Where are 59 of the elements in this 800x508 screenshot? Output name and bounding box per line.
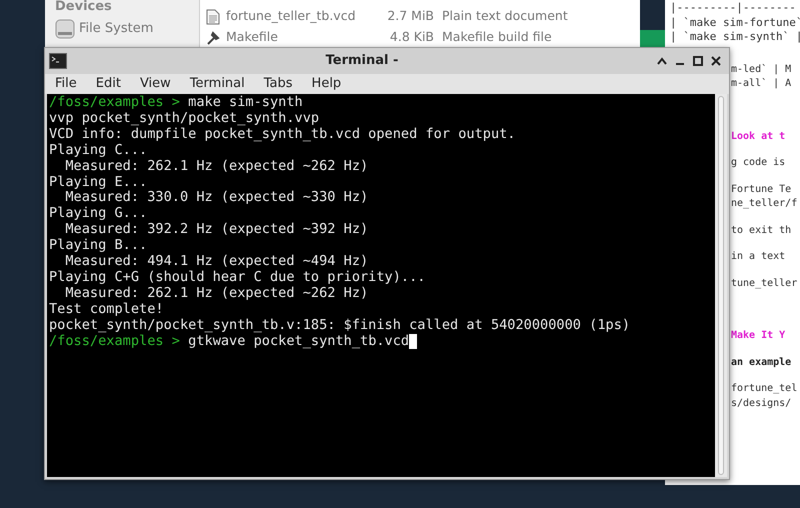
editor-line: an example	[731, 356, 792, 370]
output-line: Playing B...	[49, 238, 148, 254]
menu-item[interactable]: File	[55, 74, 77, 94]
file-type: Plain text document	[442, 7, 568, 26]
menu-item[interactable]: Tabs	[264, 74, 293, 94]
close-icon[interactable]	[711, 56, 721, 66]
output-line: Measured: 262.1 Hz (expected ~262 Hz)	[64, 286, 368, 302]
output-line: vvp pocket_synth/pocket_synth.vvp	[49, 110, 320, 127]
output-line: Measured: 262.1 Hz (expected ~262 Hz)	[64, 158, 368, 175]
menu-item[interactable]: Edit	[96, 74, 121, 94]
editor-line: s/designs/	[731, 396, 792, 410]
menu-item[interactable]: View	[140, 74, 171, 94]
editor-line: | `make sim-synth` |	[670, 30, 800, 44]
editor-heading: Make It Y	[731, 329, 786, 343]
document-icon	[206, 8, 220, 24]
terminal-icon	[49, 53, 67, 69]
menu-item[interactable]: Help	[312, 74, 342, 94]
editor-line: Fortune Te	[731, 182, 792, 196]
output-line: Test complete!	[49, 302, 164, 318]
desktop-strip	[640, 30, 665, 48]
file-size: 4.8 KiB	[388, 28, 434, 46]
file-size: 2.7 MiB	[386, 7, 434, 26]
menu-item[interactable]: Terminal	[190, 74, 245, 94]
editor-heading: Look at t	[731, 130, 786, 144]
editor-line: | `make sim-fortune`	[670, 16, 800, 30]
editor-line: fortune_tel	[731, 382, 798, 396]
window-title: Terminal -	[324, 52, 400, 70]
output-line: Playing C+G (should hear C due to priority)...	[49, 270, 426, 286]
command-text: make sim-synth	[188, 95, 303, 111]
command-text: gtkwave pocket_synth_tb.vcd	[188, 334, 410, 350]
output-line: Playing G...	[49, 206, 148, 222]
output-line: Measured: 330.0 Hz (expected ~330 Hz)	[64, 190, 368, 206]
file-type: Makefile build file	[442, 28, 552, 46]
hammer-icon	[206, 30, 220, 44]
file-row[interactable]: Makefile 4.8 KiB Makefile build file	[206, 27, 640, 48]
output-line: VCD info: dumpfile pocket_synth_tb.vcd opened for output.	[49, 126, 516, 143]
maximize-icon[interactable]	[693, 56, 703, 66]
file-name: Makefile	[226, 28, 279, 46]
prompt: /foss/examples >	[49, 95, 181, 111]
output-line: Measured: 494.1 Hz (expected ~494 Hz)	[64, 254, 368, 270]
sidebar-heading: Devices	[55, 0, 113, 14]
editor-line: g code is	[731, 156, 786, 170]
prompt: /foss/examples >	[49, 334, 181, 350]
sidebar-item[interactable]: File System	[55, 18, 199, 40]
editor-line: m-led` | M	[731, 62, 792, 76]
file-row[interactable]: fortune_teller_tb.vcd 2.7 MiB Plain text document	[206, 6, 640, 27]
output-line: pocket_synth/pocket_synth_tb.v:185: $finish called at 54020000000 (1ps)	[49, 318, 630, 334]
editor-line: tune_teller	[731, 276, 798, 290]
drive-icon	[55, 18, 75, 40]
editor-line: ne_teller/f	[731, 197, 798, 211]
editor-line: m-all` | A	[731, 77, 792, 91]
editor-line: |---------|--------	[670, 1, 796, 16]
output-line: Playing E...	[49, 174, 148, 190]
output-line: Playing C...	[49, 142, 148, 159]
output-line: Measured: 392.2 Hz (expected ~392 Hz)	[64, 222, 368, 238]
file-name: fortune_teller_tb.vcd	[226, 7, 357, 26]
editor-line: to exit th	[731, 224, 792, 238]
editor-line: in a text	[731, 250, 786, 264]
shade-icon[interactable]	[657, 57, 667, 65]
